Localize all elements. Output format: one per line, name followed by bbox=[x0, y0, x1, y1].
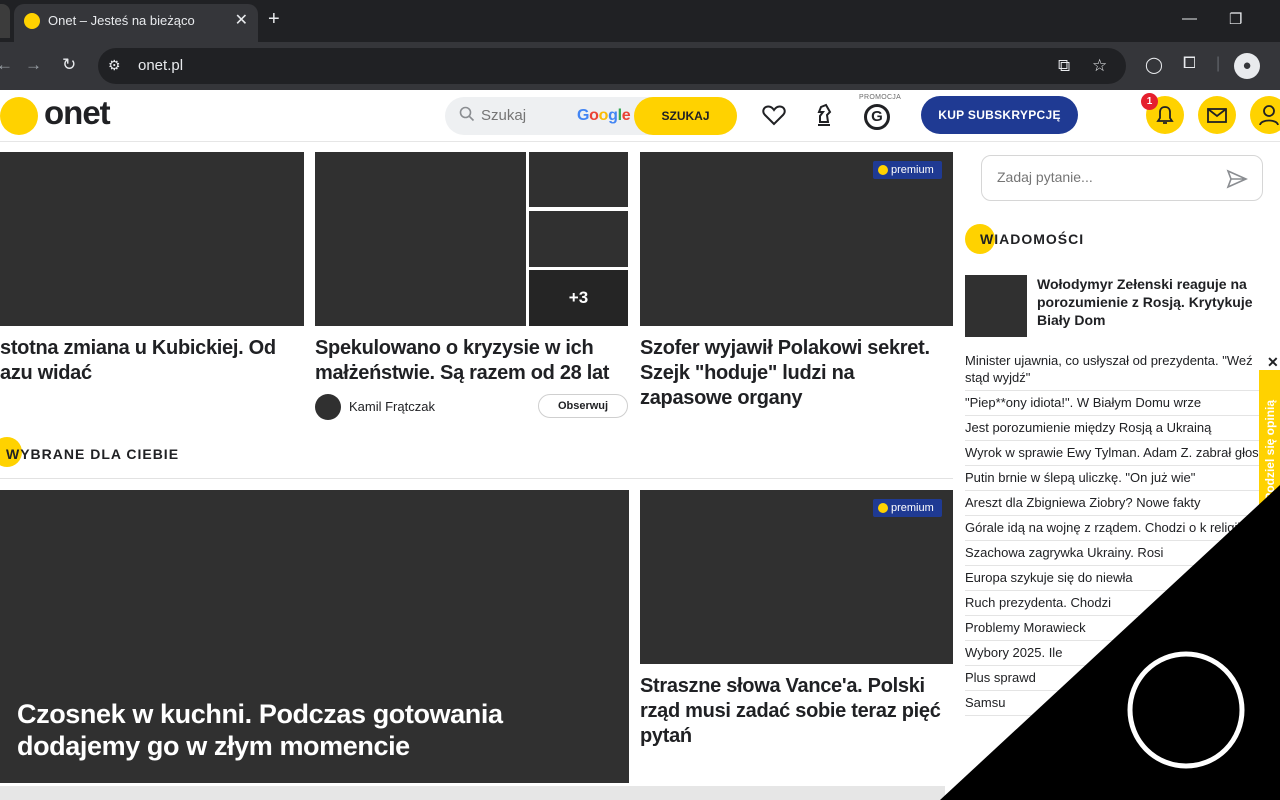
bookmark-star-icon[interactable]: ☆ bbox=[1092, 56, 1107, 76]
notification-count-badge: 1 bbox=[1141, 93, 1158, 110]
ask-question-input[interactable] bbox=[997, 169, 1217, 185]
toolbar-divider: | bbox=[1216, 55, 1221, 72]
heart-icon[interactable] bbox=[762, 104, 786, 126]
screen-recorder-overlay bbox=[940, 485, 1280, 800]
back-icon[interactable]: ← bbox=[0, 55, 13, 75]
gallery-more-count[interactable]: +3 bbox=[529, 270, 628, 326]
promo-g-icon[interactable]: G bbox=[864, 104, 890, 130]
onet-logo-dot-icon[interactable] bbox=[0, 97, 38, 135]
search-input[interactable] bbox=[481, 107, 571, 124]
extension-circle-icon[interactable]: ◯ bbox=[1145, 55, 1163, 75]
article-headline-vance[interactable]: Straszne słowa Vance'a. Polski rząd musi… bbox=[640, 674, 950, 749]
new-tab-button[interactable]: + bbox=[268, 8, 280, 31]
google-logo: Google bbox=[577, 107, 631, 124]
premium-badge: premium bbox=[873, 499, 942, 517]
onet-logo[interactable]: onet bbox=[44, 94, 111, 132]
extensions-puzzle-icon[interactable]: ⧠ bbox=[1183, 55, 1196, 73]
url-text: onet.pl bbox=[138, 57, 184, 74]
section-title-wybrane: WYBRANE DLA CIEBIE bbox=[6, 446, 180, 462]
subscribe-button[interactable]: KUP SUBSKRYPCJĘ bbox=[921, 96, 1078, 134]
onet-favicon-icon bbox=[24, 13, 40, 29]
main-news-thumbnail[interactable] bbox=[965, 275, 1027, 337]
article-headline-kubicka[interactable]: stotna zmiana u Kubickiej. Od azu widać bbox=[0, 336, 300, 386]
user-account-icon[interactable] bbox=[1250, 96, 1280, 134]
search-box: Google SZUKAJ bbox=[445, 97, 737, 135]
promo-label: PROMOCJA bbox=[859, 94, 902, 101]
article-headline-marriage[interactable]: Spekulowano o kryzysie w ich małżeństwie… bbox=[315, 336, 625, 386]
install-app-icon[interactable]: ⧉ bbox=[1058, 56, 1070, 76]
section-divider bbox=[0, 478, 953, 479]
tab-close-icon[interactable]: ✕ bbox=[235, 10, 248, 30]
record-circle-icon[interactable] bbox=[1127, 651, 1245, 769]
ask-question-box bbox=[981, 155, 1263, 201]
search-icon bbox=[459, 106, 475, 122]
list-item[interactable]: Wyrok w sprawie Ewy Tylman. Adam Z. zabr… bbox=[965, 441, 1260, 466]
premium-badge: premium bbox=[873, 161, 942, 179]
search-button[interactable]: SZUKAJ bbox=[634, 97, 737, 135]
feedback-close-icon[interactable]: ✕ bbox=[1267, 354, 1279, 371]
article-image-gallery-thumb[interactable] bbox=[529, 152, 628, 207]
main-news-headline[interactable]: Wołodymyr Zełenski reaguje na porozumien… bbox=[1037, 275, 1267, 329]
active-tab[interactable]: Onet – Jesteś na bieżąco ✕ bbox=[14, 4, 258, 42]
site-settings-icon[interactable]: ⚙ bbox=[108, 57, 121, 74]
list-item[interactable]: "Piep**ony idiota!". W Białym Domu wrze bbox=[965, 391, 1260, 416]
site-header: onet Google SZUKAJ PROMOCJA G KUP SUBSKR… bbox=[0, 90, 1280, 142]
horizontal-scrollbar[interactable] bbox=[0, 786, 945, 800]
browser-toolbar: ← → ↻ ⚙ onet.pl ⧉ ☆ ◯ ⧠ | ● bbox=[0, 42, 1280, 90]
restore-icon[interactable]: ❐ bbox=[1229, 10, 1242, 28]
author-avatar bbox=[315, 394, 341, 420]
list-item[interactable]: Minister ujawnia, co usłyszał od prezyde… bbox=[965, 349, 1260, 391]
address-bar[interactable]: ⚙ onet.pl ⧉ ☆ bbox=[98, 48, 1126, 84]
browser-tab-bar: Onet – Jesteś na bieżąco ✕ + — ❐ bbox=[0, 0, 1280, 42]
tab-title: Onet – Jesteś na bieżąco bbox=[48, 13, 195, 28]
mail-icon[interactable] bbox=[1198, 96, 1236, 134]
previous-tab[interactable] bbox=[0, 4, 10, 38]
profile-avatar-icon[interactable]: ● bbox=[1234, 53, 1260, 79]
reload-icon[interactable]: ↻ bbox=[62, 55, 76, 75]
author-name[interactable]: Kamil Frątczak bbox=[349, 399, 435, 414]
follow-author-button[interactable]: Obserwuj bbox=[538, 394, 628, 418]
minimize-icon[interactable]: — bbox=[1182, 10, 1197, 27]
forward-icon[interactable]: → bbox=[25, 55, 42, 75]
section-title-wiadomosci: WIADOMOŚCI bbox=[980, 231, 1085, 247]
send-icon[interactable] bbox=[1226, 169, 1248, 189]
chess-knight-icon[interactable] bbox=[812, 102, 836, 128]
featured-article-headline[interactable]: Czosnek w kuchni. Podczas gotowania doda… bbox=[17, 698, 577, 762]
article-image-gallery-thumb[interactable] bbox=[529, 211, 628, 267]
article-image-kubicka[interactable] bbox=[0, 152, 304, 326]
article-headline-szofer[interactable]: Szofer wyjawił Polakowi sekret. Szejk "h… bbox=[640, 336, 950, 411]
article-image-gallery-main[interactable] bbox=[315, 152, 526, 326]
list-item[interactable]: Jest porozumienie między Rosją a Ukrainą bbox=[965, 416, 1260, 441]
